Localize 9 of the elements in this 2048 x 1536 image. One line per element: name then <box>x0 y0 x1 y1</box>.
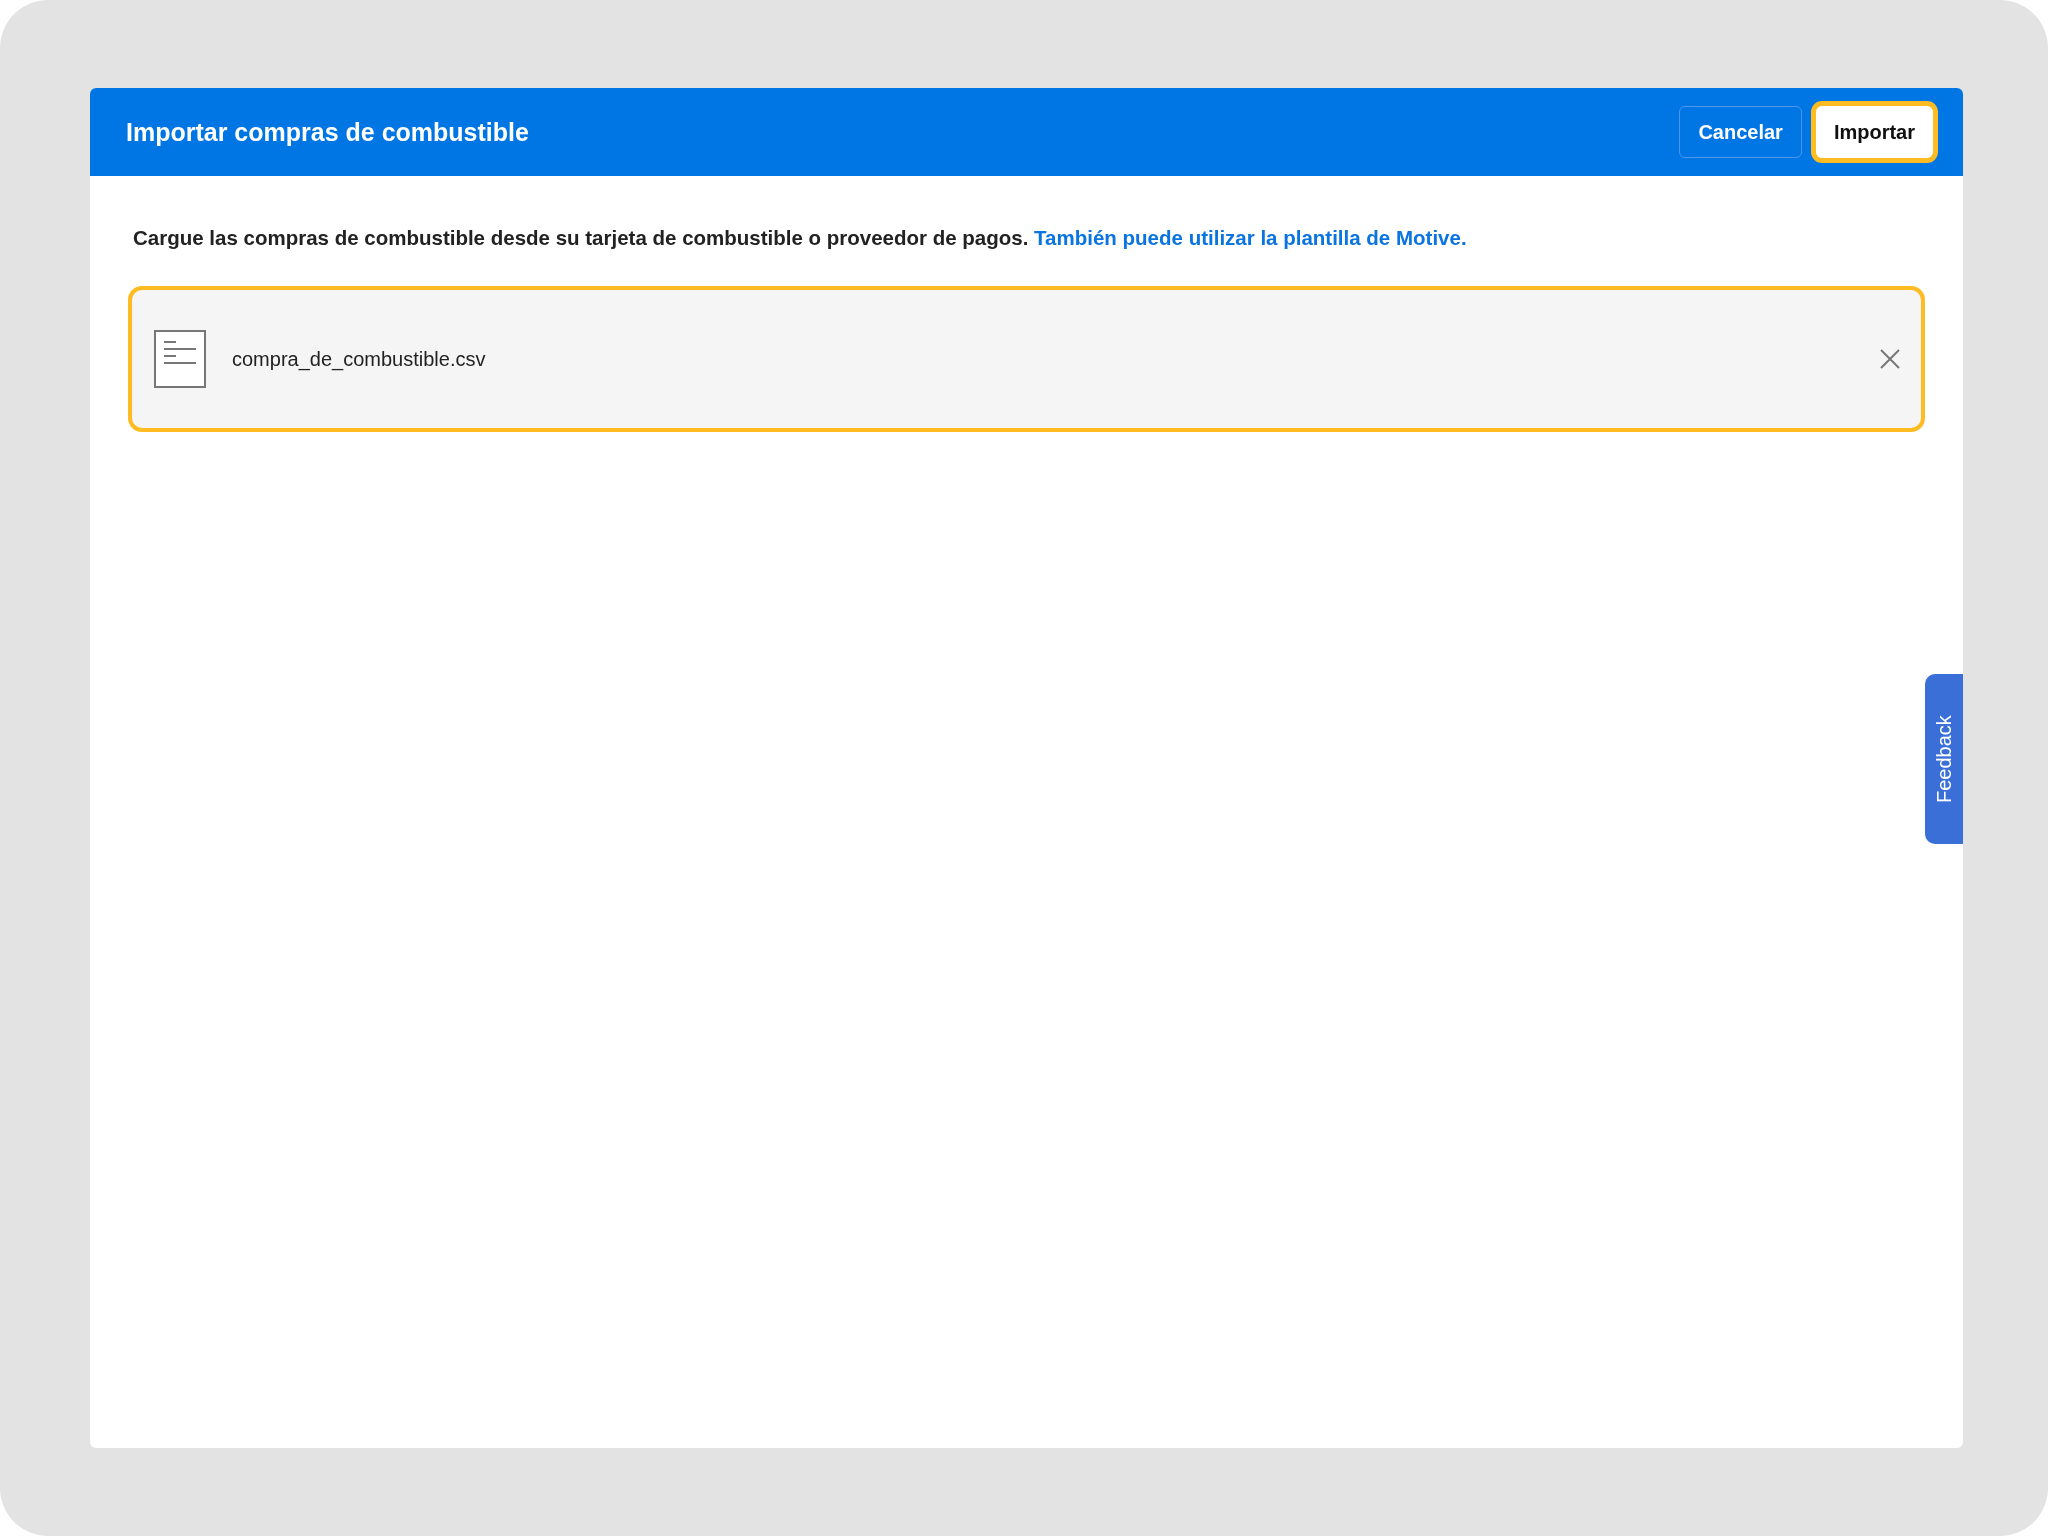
dialog-title: Importar compras de combustible <box>126 117 530 147</box>
file-name: compra_de_combustible.csv <box>232 347 487 371</box>
close-icon[interactable] <box>1879 348 1901 370</box>
document-icon <box>154 330 206 388</box>
feedback-button[interactable]: Feedback <box>1925 673 1963 844</box>
file-item[interactable]: compra_de_combustible.csv <box>128 286 1925 432</box>
cancel-button[interactable]: Cancelar <box>1679 106 1802 158</box>
template-link[interactable]: También puede utilizar la plantilla de Motive. <box>1034 226 1467 249</box>
instructions-text: Cargue las compras de combustible desde su tarjeta de combustible o proveedor de pagos. También puede utilizar la plantilla de Motive. <box>133 226 1468 250</box>
